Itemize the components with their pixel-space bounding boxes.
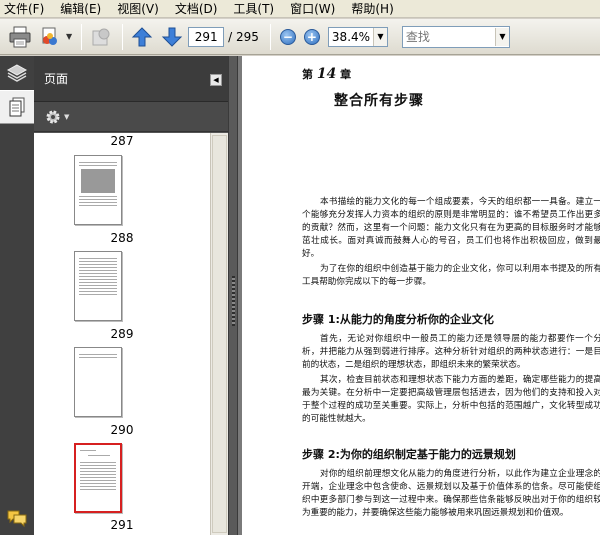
collapse-panel-button[interactable]: ◀ <box>210 74 222 86</box>
chapter-number: 第 14 章 <box>302 66 351 82</box>
zoom-select[interactable]: ▼ <box>327 26 388 47</box>
menu-view[interactable]: 视图(V) <box>117 1 159 17</box>
chevron-down-icon: ▼ <box>64 112 70 121</box>
pages-panel: 页面 ◀ ▼ 287 288 289 290 291 <box>34 56 228 535</box>
search-box[interactable]: ▼ <box>401 25 510 48</box>
document-view[interactable]: 第 14 章 整合所有步骤 本书描绘的能力文化的每一个组成要素，今天的组织都一一… <box>238 56 600 535</box>
collaborate-dropdown-icon[interactable]: ▼ <box>66 32 72 41</box>
chapter-number-value: 14 <box>316 66 337 82</box>
next-page-button[interactable] <box>158 23 186 51</box>
toolbar-separator <box>269 23 271 50</box>
thumbnail-label: 289 <box>110 327 134 341</box>
thumbnail-list[interactable]: 287 288 289 290 291 <box>34 133 210 535</box>
zoom-input[interactable] <box>328 27 373 46</box>
document-page: 第 14 章 整合所有步骤 本书描绘的能力文化的每一个组成要素，今天的组织都一一… <box>242 56 600 535</box>
gear-icon <box>46 110 60 123</box>
step-1-title: 步骤 1:从能力的角度分析你的企业文化 <box>302 313 494 326</box>
toolbar-separator <box>81 23 83 50</box>
arrow-up-icon <box>131 26 153 46</box>
page-thumbnail-current[interactable] <box>74 443 122 513</box>
search-input[interactable] <box>402 26 495 47</box>
menu-bar: 文件(F) 编辑(E) 视图(V) 文档(D) 工具(T) 窗口(W) 帮助(H… <box>0 0 600 18</box>
layers-button[interactable] <box>0 56 34 90</box>
page-number-input[interactable] <box>188 26 225 47</box>
panel-splitter[interactable] <box>228 56 238 535</box>
page-total: / 295 <box>228 29 259 44</box>
intro-paragraph-1: 本书描绘的能力文化的每一个组成要素，今天的组织都一一具备。建立一个能够充分发挥人… <box>302 197 600 259</box>
thumbnail-scrollbar[interactable] <box>210 133 228 535</box>
collaborate-icon <box>42 27 57 45</box>
thumbnail-label: 288 <box>110 231 134 245</box>
pages-panel-title: 页面 <box>44 72 69 86</box>
pages-panel-header: 页面 ◀ <box>34 56 228 102</box>
chapter-prefix: 第 <box>302 68 313 81</box>
zoom-out-button[interactable]: − <box>279 28 296 45</box>
chapter-title: 整合所有步骤 <box>334 93 424 109</box>
step-2-title: 步骤 2:为你的组织制定基于能力的远景规划 <box>302 448 516 461</box>
step-1-paragraph-2: 其次，检查目前状态和理想状态下能力方面的差距，确定哪些能力的提高最为关键。在分析… <box>302 375 600 424</box>
page-thumbnail[interactable] <box>74 347 122 417</box>
chevron-down-icon[interactable]: ▼ <box>372 27 387 46</box>
splitter-grip[interactable] <box>232 276 235 326</box>
print-button[interactable] <box>6 23 34 51</box>
comments-button[interactable] <box>0 503 34 533</box>
scrollbar-thumb[interactable] <box>212 135 227 533</box>
chapter-suffix: 章 <box>340 68 352 81</box>
pages-icon <box>9 97 25 117</box>
step-1-paragraph-1: 首先，无论对你组织中一般员工的能力还是领导层的能力都要作一个分析，并把能力从强到… <box>302 334 600 370</box>
previous-page-button[interactable] <box>128 23 156 51</box>
acrobat-window: 文件(F) 编辑(E) 视图(V) 文档(D) 工具(T) 窗口(W) 帮助(H… <box>0 0 600 535</box>
navigation-strip <box>0 56 34 535</box>
page-thumbnail[interactable] <box>74 251 122 321</box>
menu-file[interactable]: 文件(F) <box>4 1 44 17</box>
chevron-down-icon[interactable]: ▼ <box>494 27 509 46</box>
zoom-in-button[interactable]: + <box>303 28 320 45</box>
thumbnail-label: 290 <box>110 423 134 437</box>
step-2-paragraph-1: 对你的组织前理想文化从能力的角度进行分析，以此作为建立企业理念的开端，企业理念中… <box>302 469 600 518</box>
toolbar: ▼ / 295 − + ▼ ▼ <box>0 19 600 55</box>
thumbnail-label: 287 <box>110 134 134 148</box>
menu-tools[interactable]: 工具(T) <box>233 1 274 17</box>
thumbnail-label: 291 <box>110 518 134 532</box>
pages-button[interactable] <box>0 90 34 124</box>
menu-help[interactable]: 帮助(H) <box>351 1 393 17</box>
printer-icon <box>9 26 31 47</box>
options-button[interactable]: ▼ <box>44 108 69 126</box>
arrow-down-icon <box>161 27 183 47</box>
comments-icon <box>7 510 27 528</box>
menu-edit[interactable]: 编辑(E) <box>60 1 101 17</box>
collaborate-button[interactable] <box>36 23 64 51</box>
page-thumbnail[interactable] <box>74 155 122 225</box>
menu-document[interactable]: 文档(D) <box>175 1 218 17</box>
sign-button[interactable] <box>87 23 115 51</box>
menu-window[interactable]: 窗口(W) <box>290 1 335 17</box>
toolbar-separator <box>122 23 124 50</box>
sign-icon <box>92 28 110 45</box>
layers-icon <box>6 64 28 82</box>
panel-options-bar: ▼ <box>34 102 228 132</box>
intro-paragraph-2: 为了在你的组织中创造基于能力的企业文化，你可以利用本书提及的所有工具帮助你完成以… <box>302 264 600 287</box>
